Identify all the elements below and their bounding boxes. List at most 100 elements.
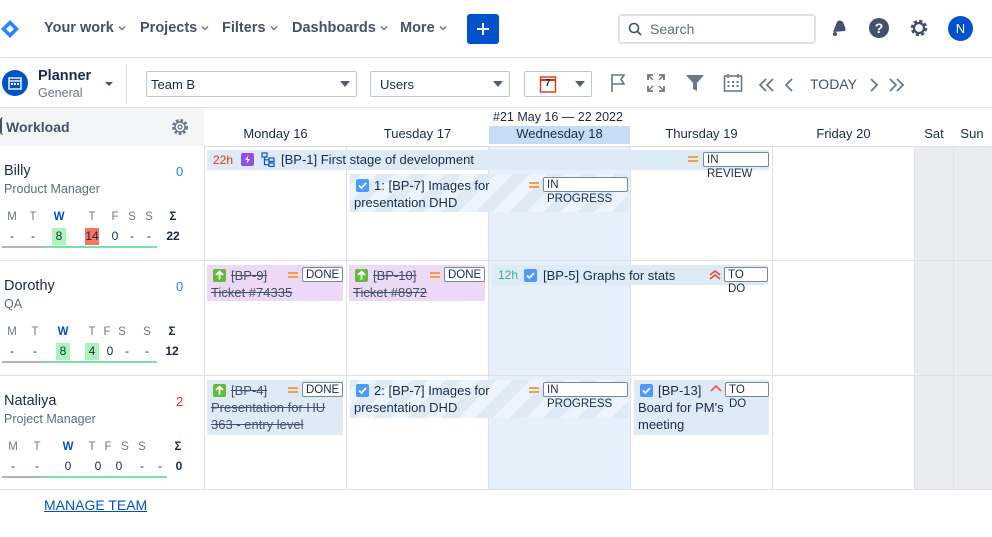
chevron-right-icon[interactable] [864,74,886,96]
task-key: [BP-13] [658,383,702,398]
group-by-select[interactable]: Users [370,71,510,97]
workload-sum: 12 [165,344,179,358]
task-checkbox-icon [356,179,369,192]
workload-value: - [145,344,149,358]
workload-settings-gear-icon[interactable] [170,117,190,137]
date-picker[interactable]: 7 [524,71,592,97]
team-select-value: Team B [151,76,196,92]
person-role: Project Manager [4,412,96,426]
flag-icon[interactable] [608,72,630,94]
unscheduled-count[interactable]: 2 [176,394,183,409]
day-letter: S [138,441,146,453]
jira-logo-icon[interactable] [0,19,20,39]
top-navigation: Your work Projects Filters Dashboards Mo… [0,0,992,58]
day-letter: S [143,326,151,338]
workload-value: 0 [64,459,72,473]
team-select[interactable]: Team B [146,71,357,97]
sum-letter: Σ [168,326,176,338]
task-card-bp-9[interactable]: [BP-9] Ticket #74335 DONE [207,265,344,301]
priority-medium-icon [288,272,298,278]
task-title: [BP-5] Graphs for stats [543,268,676,283]
epic-icon [241,153,254,166]
manage-team-link[interactable]: MANAGE TEAM [44,497,147,513]
double-chevron-left-icon[interactable] [756,74,778,96]
divider [0,117,3,135]
today-button[interactable]: TODAY [810,76,857,92]
story-icon [213,269,226,282]
task-title-line: presentation DHD [354,195,458,210]
double-chevron-right-icon[interactable] [885,74,907,96]
day-header-monday: Monday 16 [243,126,308,141]
day-letter: S [118,326,126,338]
divider [204,146,205,490]
nav-projects[interactable]: Projects [140,20,209,36]
divider [204,146,992,147]
settings-gear-icon[interactable] [908,17,930,39]
task-title-line: meeting [638,417,685,432]
divider [0,260,992,261]
calendar-day-number: 7 [545,78,551,89]
chevron-down-icon [439,25,447,31]
person-name: Billy [4,163,31,179]
workload-value: - [147,229,151,243]
workload-value: 4 [85,343,99,360]
unscheduled-count[interactable]: 0 [176,164,183,179]
task-title: [BP-1] First stage of development [281,152,474,167]
day-letter: M [8,441,18,453]
sum-letter: Σ [169,211,177,223]
task-title-line: 2: [BP-7] Images for [374,383,490,398]
day-letter: F [104,441,112,453]
workload-bar [44,361,157,363]
chevron-left-icon[interactable] [781,74,803,96]
workload-bar [2,246,44,248]
task-card-bp-13[interactable]: [BP-13] Board for PM's meeting TO DO [634,380,769,435]
nav-dashboards-label: Dashboards [292,20,376,36]
nav-your-work[interactable]: Your work [44,20,126,36]
nav-more[interactable]: More [400,20,447,36]
workload-value: - [130,229,134,243]
priority-medium-icon [288,387,298,393]
planner-dropdown-icon[interactable] [104,80,114,88]
estimate-hours: 22h [213,153,234,167]
task-checkbox-icon [524,269,537,282]
day-letter: T [88,326,96,338]
nav-dashboards[interactable]: Dashboards [292,20,388,36]
day-letter: W [53,211,65,223]
task-card-bp-5[interactable]: 12h [BP-5] Graphs for stats TO DO [492,265,768,295]
nav-projects-label: Projects [140,20,198,36]
divider [126,64,127,104]
filter-icon[interactable] [684,72,706,94]
divider [914,146,915,490]
sum-letter: Σ [174,441,182,453]
workload-label: Workload [6,119,70,135]
person-role: QA [4,297,23,311]
fullscreen-icon[interactable] [645,72,667,94]
workload-sum: 22 [166,229,180,243]
task-card-bp-7[interactable]: 1: [BP-7] Images for presentation DHD IN… [350,174,628,212]
unscheduled-count[interactable]: 0 [176,279,183,294]
status-badge: DONE [302,267,344,282]
day-letter: T [88,441,96,453]
nav-filters[interactable]: Filters [222,20,278,36]
hierarchy-icon [261,152,275,167]
day-header-wednesday: Wednesday 18 [489,126,630,144]
task-card-bp-10[interactable]: [BP-10] Ticket #8972 DONE [349,265,486,301]
task-card-bp-7-2[interactable]: 2: [BP-7] Images for presentation DHD IN… [350,380,628,418]
user-avatar[interactable]: N [948,16,973,41]
workload-value: 8 [56,343,70,360]
help-icon[interactable]: ? [868,17,890,39]
search-box[interactable] [618,14,816,44]
caret-down-icon [340,81,350,87]
priority-medium-icon [688,156,698,162]
calendar-view-icon[interactable] [722,72,744,94]
workload-value: - [33,344,37,358]
task-card-bp-1[interactable]: 22h [BP-1] First stage of development IN… [207,150,769,180]
task-title-line: 1: [BP-7] Images for [374,178,490,193]
search-input[interactable] [650,21,800,37]
workload-value: - [35,459,39,473]
create-button[interactable] [467,14,499,44]
task-title-line: 363 - entry level [211,417,304,432]
notifications-bell-icon[interactable] [828,17,850,39]
task-card-bp-4[interactable]: [BP-4] Presentation for HU 363 - entry l… [207,380,344,435]
task-title-line: Presentation for HU [211,400,326,415]
